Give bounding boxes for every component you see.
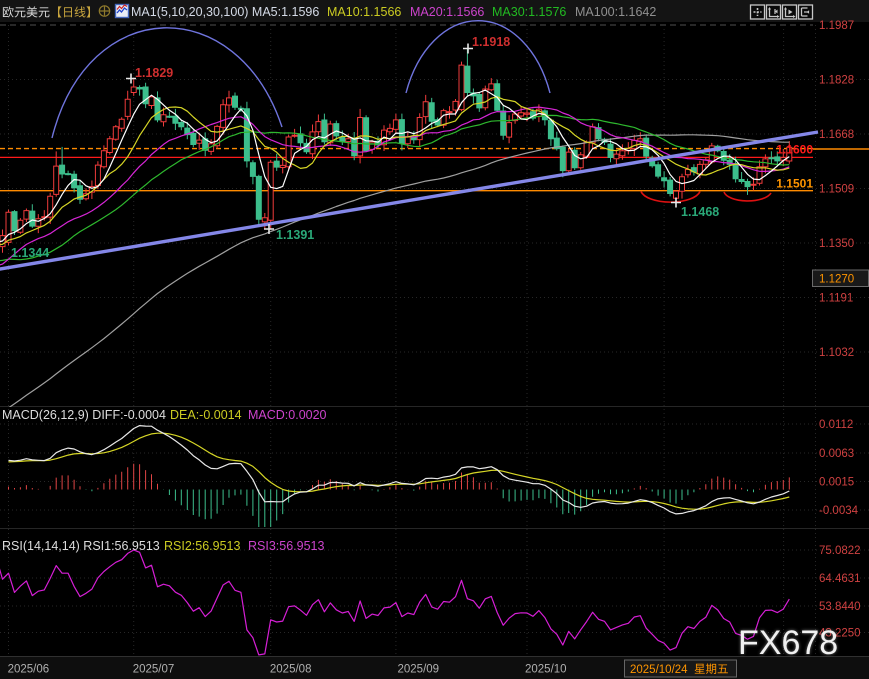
svg-text:1.1501: 1.1501 xyxy=(776,177,813,191)
svg-text:FX678: FX678 xyxy=(738,624,838,662)
svg-text:1.1668: 1.1668 xyxy=(819,129,854,141)
svg-text:0.0063: 0.0063 xyxy=(819,448,854,460)
svg-text:0.0112: 0.0112 xyxy=(819,419,853,431)
svg-text:75.0822: 75.0822 xyxy=(819,545,861,557)
svg-text:1.1829: 1.1829 xyxy=(135,66,173,80)
svg-text:MACD:0.0020: MACD:0.0020 xyxy=(248,408,327,422)
svg-text:1.1828: 1.1828 xyxy=(819,75,854,87)
svg-text:1.1344: 1.1344 xyxy=(11,246,49,260)
svg-text:1.1350: 1.1350 xyxy=(819,238,854,250)
svg-text:DEA:-0.0014: DEA:-0.0014 xyxy=(170,408,242,422)
svg-text:MA10:1.1566: MA10:1.1566 xyxy=(327,5,401,19)
svg-text:53.8440: 53.8440 xyxy=(819,601,861,613)
svg-text:RSI3:56.9513: RSI3:56.9513 xyxy=(248,539,324,553)
svg-text:2025/10/24: 2025/10/24 xyxy=(630,664,688,676)
svg-text:1.1032: 1.1032 xyxy=(819,347,854,359)
svg-text:-0.0034: -0.0034 xyxy=(819,505,859,517)
svg-text:1.1918: 1.1918 xyxy=(472,35,510,49)
svg-text:MACD(26,12,9) DIFF:-0.0004: MACD(26,12,9) DIFF:-0.0004 xyxy=(2,408,166,422)
svg-text:RSI2:56.9513: RSI2:56.9513 xyxy=(164,539,240,553)
svg-text:1.1468: 1.1468 xyxy=(681,205,719,219)
svg-text:1.1600: 1.1600 xyxy=(776,143,813,157)
svg-text:0.0015: 0.0015 xyxy=(819,477,854,489)
svg-text:MA20:1.1566: MA20:1.1566 xyxy=(410,5,484,19)
svg-text:64.4631: 64.4631 xyxy=(819,573,861,585)
svg-text:1.1191: 1.1191 xyxy=(819,293,853,305)
svg-text:MA1(5,10,20,30,100) MA5:1.159: MA1(5,10,20,30,100) MA5:1.1596 xyxy=(131,5,319,19)
svg-text:1.1391: 1.1391 xyxy=(276,228,314,242)
svg-text:1.1270: 1.1270 xyxy=(819,274,854,286)
svg-text:RSI(14,14,14) RSI1:56.9513: RSI(14,14,14) RSI1:56.9513 xyxy=(2,539,160,553)
svg-text:MA30:1.1576: MA30:1.1576 xyxy=(492,5,566,19)
svg-text:1.1509: 1.1509 xyxy=(819,184,854,196)
svg-text:2025/10: 2025/10 xyxy=(525,664,567,676)
svg-text:MA100:1.1642: MA100:1.1642 xyxy=(575,5,656,19)
svg-text:2025/06: 2025/06 xyxy=(8,664,50,676)
svg-text:2025/09: 2025/09 xyxy=(398,664,440,676)
svg-text:1.1987: 1.1987 xyxy=(819,20,854,32)
svg-text:2025/08: 2025/08 xyxy=(270,664,312,676)
svg-text:2025/07: 2025/07 xyxy=(133,664,175,676)
